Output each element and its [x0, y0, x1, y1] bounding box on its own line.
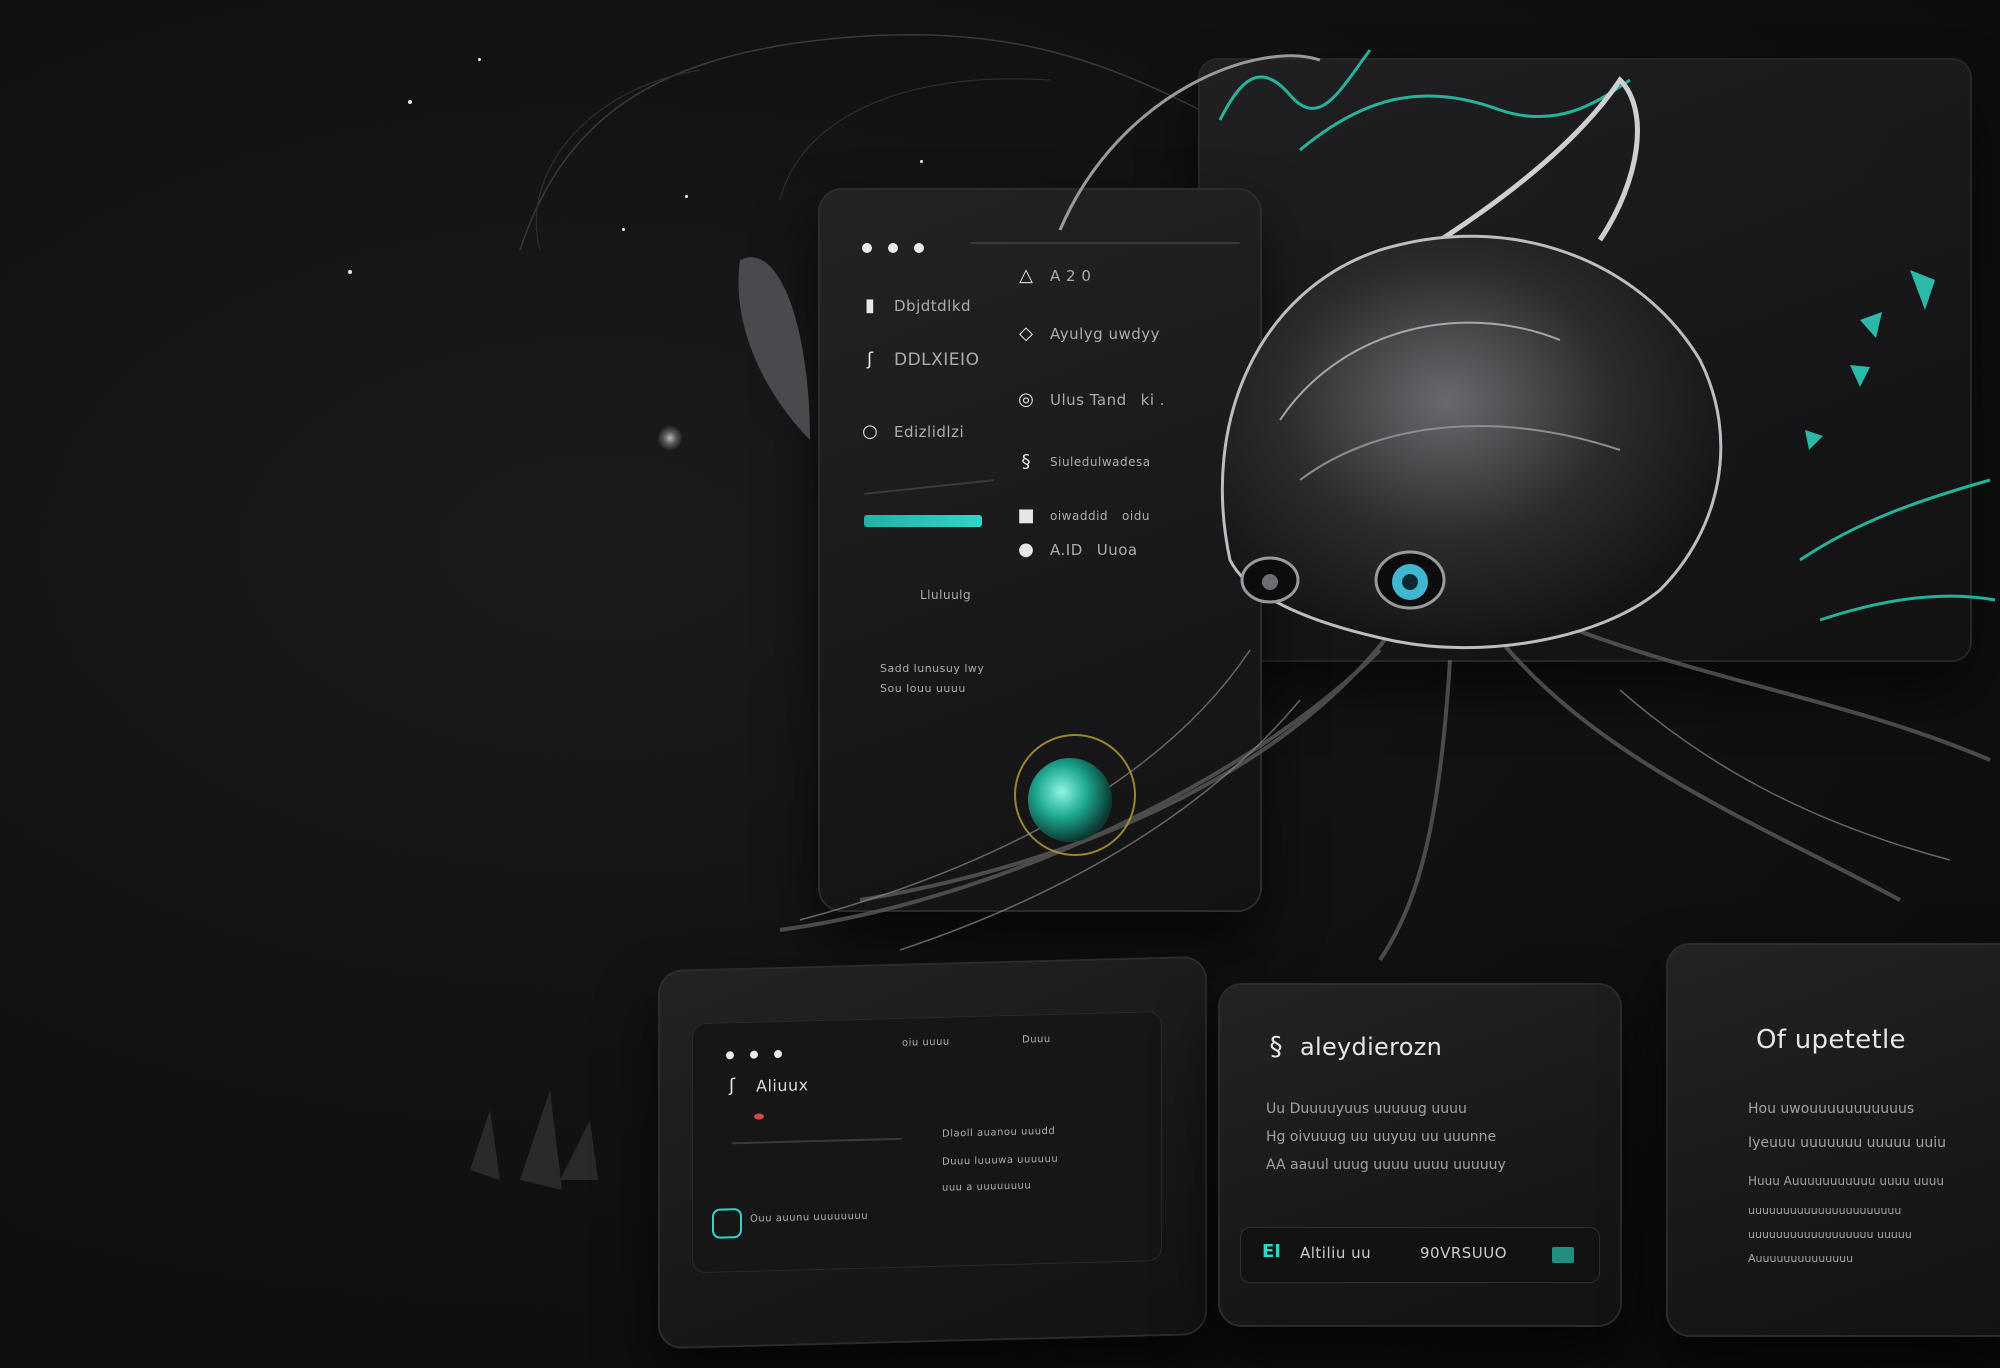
- action-secondary-label: 90VRSUUO: [1420, 1244, 1508, 1262]
- card-line: Hg oivuuug uu uuyuu uu uuunne: [1266, 1129, 1497, 1145]
- card-heading: § aleydierozn: [1266, 1033, 1442, 1061]
- card-heading: ʃ Aliuux: [722, 1074, 809, 1097]
- update-card: Of upetetle Hou uwouuuuuuuuuuus Iyeuuu u…: [1668, 945, 2000, 1335]
- window-dot-icon[interactable]: [726, 1051, 734, 1060]
- card-line: Iyeuuu uuuuuuu uuuuu uuiu: [1748, 1135, 1946, 1151]
- laptop-screen: oiu uuuu Duuu ʃ Aliuux Dlaoll auanou uuu…: [692, 1010, 1162, 1274]
- card-title: Of upetetle: [1756, 1025, 1906, 1055]
- footer-text: Ouu auunu uuuuuuuu: [750, 1210, 869, 1225]
- table-row[interactable]: uuu a uuuuuuuu: [942, 1180, 1031, 1193]
- card-line: Uu Duuuuyuus uuuuug uuuu: [1266, 1101, 1467, 1117]
- swirl-icon: §: [1269, 1032, 1283, 1062]
- card-line: Auuuuuuuuuuuuuu: [1748, 1252, 1854, 1265]
- card-line: Huuu Auuuuuuuuuuu uuuu uuuu: [1748, 1174, 1944, 1188]
- flag-icon[interactable]: [1552, 1247, 1574, 1263]
- table-row[interactable]: Duuu luuuwa uuuuuu: [942, 1154, 1058, 1168]
- hook-icon: ʃ: [728, 1075, 736, 1097]
- window-dot-icon[interactable]: [750, 1050, 758, 1059]
- card-line: AA aauul uuug uuuu uuuu uuuuuy: [1266, 1157, 1506, 1173]
- card-line: Hou uwouuuuuuuuuuus: [1748, 1101, 1915, 1117]
- column-header: Duuu: [1022, 1033, 1051, 1046]
- action-bar[interactable]: EI Altiliu uu 90VRSUUO: [1240, 1227, 1600, 1283]
- column-header: oiu uuuu: [902, 1036, 950, 1049]
- status-dot: [754, 1113, 764, 1120]
- app-icon[interactable]: [712, 1207, 742, 1239]
- window-controls: [726, 1043, 798, 1064]
- card-title: aleydierozn: [1300, 1033, 1443, 1061]
- action-label: Altiliu uu: [1300, 1244, 1372, 1262]
- divider: [732, 1137, 902, 1145]
- card-content: § aleydierozn Uu Duuuuyuus uuuuug uuuu H…: [1220, 985, 1620, 1245]
- card-title: Aliuux: [756, 1074, 809, 1096]
- info-card: § aleydierozn Uu Duuuuyuus uuuuug uuuu H…: [1220, 985, 1620, 1325]
- table-row[interactable]: Dlaoll auanou uuudd: [942, 1126, 1055, 1140]
- laptop-card: oiu uuuu Duuu ʃ Aliuux Dlaoll auanou uuu…: [660, 957, 1205, 1348]
- action-icon: EI: [1262, 1241, 1281, 1262]
- window-dot-icon[interactable]: [774, 1049, 782, 1059]
